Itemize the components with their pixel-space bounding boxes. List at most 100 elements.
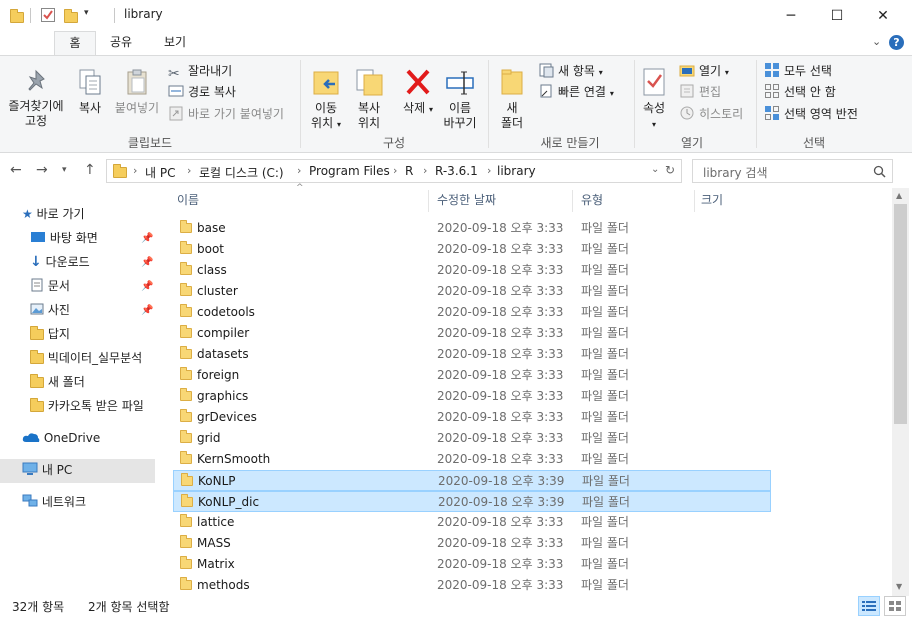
column-header-size[interactable]: 크기 <box>701 188 723 212</box>
tab-share[interactable]: 공유 <box>100 31 142 55</box>
history-button[interactable]: 히스토리 <box>679 105 743 123</box>
file-row[interactable]: KoNLP_dic 2020-09-18 오후 3:39 파일 폴더 <box>173 491 771 512</box>
tab-home[interactable]: 홈 <box>54 31 96 55</box>
nav-folder-answers[interactable]: 답지 <box>30 323 70 347</box>
paste-button[interactable]: 붙여넣기 <box>110 68 164 116</box>
breadcrumb-r-version[interactable]: R-3.6.1 <box>435 164 478 178</box>
address-dropdown-icon[interactable]: ⌄ <box>651 164 659 175</box>
delete-button[interactable]: 삭제 ▾ <box>398 66 438 117</box>
select-all-button[interactable]: 모두 선택 <box>764 62 832 80</box>
column-header-name[interactable]: 이름 <box>177 188 199 212</box>
forward-arrow-icon[interactable]: → <box>36 162 48 178</box>
column-divider[interactable] <box>428 190 429 212</box>
rename-button[interactable]: 이름 바꾸기 <box>440 66 480 131</box>
column-header-modified[interactable]: 수정한 날짜 <box>437 188 496 212</box>
file-row[interactable]: foreign 2020-09-18 오후 3:33 파일 폴더 <box>173 365 771 386</box>
pin-quick-access-button[interactable]: 즐겨찾기에 고정 <box>2 68 70 129</box>
large-icons-view-button[interactable] <box>884 596 906 616</box>
tab-view[interactable]: 보기 <box>154 31 196 55</box>
scroll-down-icon[interactable]: ▼ <box>896 582 902 591</box>
file-row[interactable]: grDevices 2020-09-18 오후 3:33 파일 폴더 <box>173 407 771 428</box>
paste-shortcut-button[interactable]: 바로 가기 붙여넣기 <box>168 105 284 123</box>
file-name: class <box>197 263 227 277</box>
recent-locations-icon[interactable]: ▾ <box>62 165 67 175</box>
properties-quick-icon[interactable] <box>40 7 56 23</box>
scroll-up-icon[interactable]: ▲ <box>896 191 902 200</box>
nav-downloads[interactable]: ↓ 다운로드 <box>30 251 90 275</box>
quick-access-dropdown-icon[interactable]: ▾ <box>84 8 89 18</box>
file-type: 파일 폴더 <box>581 515 629 529</box>
nav-pictures[interactable]: 사진 <box>30 299 70 323</box>
cut-button[interactable]: ✂ 잘라내기 <box>168 62 232 82</box>
ribbon-collapse-icon[interactable]: ⌄ <box>872 35 881 48</box>
select-none-button[interactable]: 선택 안 함 <box>764 83 836 101</box>
new-folder-quick-icon[interactable] <box>64 9 78 23</box>
new-folder-button[interactable]: 새 폴더 <box>494 66 530 131</box>
breadcrumb-program-files[interactable]: Program Files <box>309 164 390 178</box>
column-header-type[interactable]: 유형 <box>581 188 603 212</box>
nav-network[interactable]: 네트워크 <box>22 491 86 515</box>
file-row[interactable]: datasets 2020-09-18 오후 3:33 파일 폴더 <box>173 344 771 365</box>
navigation-pane: ★ 바로 가기 바탕 화면 📌 ↓ 다운로드 📌 문서 📌 사진 📌 답지 빅데… <box>0 196 160 596</box>
file-row[interactable]: KernSmooth 2020-09-18 오후 3:33 파일 폴더 <box>173 449 771 470</box>
search-input[interactable]: library 검색 <box>692 159 893 183</box>
refresh-icon[interactable]: ↻ <box>665 163 675 177</box>
breadcrumb-local-disk[interactable]: 로컬 디스크 (C:) <box>199 164 284 181</box>
move-to-button[interactable]: 이동 위치 ▾ <box>304 66 348 132</box>
copy-button[interactable]: 복사 <box>72 68 108 116</box>
file-row[interactable]: boot 2020-09-18 오후 3:33 파일 폴더 <box>173 239 771 260</box>
file-name: methods <box>197 578 250 592</box>
file-name: cluster <box>197 284 238 298</box>
file-row[interactable]: MASS 2020-09-18 오후 3:33 파일 폴더 <box>173 533 771 554</box>
back-arrow-icon[interactable]: ← <box>10 162 22 178</box>
copy-path-label: 경로 복사 <box>188 85 236 99</box>
column-divider[interactable] <box>572 190 573 212</box>
pin-icon[interactable]: 📌 <box>141 257 153 268</box>
copy-to-button[interactable]: 복사 위치 <box>348 66 390 131</box>
file-row[interactable]: graphics 2020-09-18 오후 3:33 파일 폴더 <box>173 386 771 407</box>
nav-folder-new[interactable]: 새 폴더 <box>30 371 85 395</box>
maximize-button[interactable]: ☐ <box>814 0 860 31</box>
invert-selection-label: 선택 영역 반전 <box>784 107 858 121</box>
invert-selection-button[interactable]: 선택 영역 반전 <box>764 105 858 123</box>
nav-documents[interactable]: 문서 <box>30 275 70 299</box>
close-button[interactable]: ✕ <box>860 0 906 31</box>
column-divider[interactable] <box>694 190 695 212</box>
open-button[interactable]: 열기 ▾ <box>679 62 729 80</box>
help-icon[interactable]: ? <box>889 35 904 50</box>
nav-quick-access[interactable]: ★ 바로 가기 <box>22 203 85 227</box>
up-arrow-icon[interactable]: ↑ <box>84 162 96 178</box>
properties-button[interactable]: 속성 ▾ <box>636 66 672 132</box>
breadcrumb-library[interactable]: library <box>497 164 536 178</box>
file-row[interactable]: grid 2020-09-18 오후 3:33 파일 폴더 <box>173 428 771 449</box>
vertical-scrollbar[interactable]: ▲ ▼ <box>892 188 909 596</box>
nav-this-pc[interactable]: 내 PC <box>0 459 155 483</box>
pin-icon[interactable]: 📌 <box>141 281 153 292</box>
address-bar[interactable]: › 내 PC › 로컬 디스크 (C:) › Program Files › R… <box>106 159 682 183</box>
pin-icon[interactable]: 📌 <box>141 233 153 244</box>
breadcrumb-r[interactable]: R <box>405 164 413 178</box>
folder-icon <box>180 262 192 275</box>
details-view-button[interactable] <box>858 596 880 616</box>
file-row[interactable]: lattice 2020-09-18 오후 3:33 파일 폴더 <box>173 512 771 533</box>
file-row[interactable]: base 2020-09-18 오후 3:33 파일 폴더 <box>173 218 771 239</box>
file-row[interactable]: compiler 2020-09-18 오후 3:33 파일 폴더 <box>173 323 771 344</box>
nav-folder-kakaotalk[interactable]: 카카오톡 받은 파일 <box>30 395 158 419</box>
nav-folder-bigdata[interactable]: 빅데이터_실무분석 <box>30 347 142 371</box>
file-row[interactable]: cluster 2020-09-18 오후 3:33 파일 폴더 <box>173 281 771 302</box>
file-row[interactable]: codetools 2020-09-18 오후 3:33 파일 폴더 <box>173 302 771 323</box>
breadcrumb-this-pc[interactable]: 내 PC <box>145 164 175 181</box>
nav-desktop[interactable]: 바탕 화면 <box>30 227 98 251</box>
file-row[interactable]: Matrix 2020-09-18 오후 3:33 파일 폴더 <box>173 554 771 575</box>
minimize-button[interactable]: ─ <box>768 0 814 31</box>
pin-icon[interactable]: 📌 <box>141 305 153 316</box>
file-row[interactable]: KoNLP 2020-09-18 오후 3:39 파일 폴더 <box>173 470 771 491</box>
nav-onedrive[interactable]: OneDrive <box>22 427 100 451</box>
new-item-button[interactable]: 새 항목 ▾ <box>538 62 603 80</box>
scrollbar-thumb[interactable] <box>894 204 907 424</box>
copy-path-button[interactable]: 경로 복사 <box>168 83 236 101</box>
file-row[interactable]: methods 2020-09-18 오후 3:33 파일 폴더 <box>173 575 771 596</box>
easy-access-button[interactable]: 빠른 연결 ▾ <box>538 83 614 101</box>
edit-button[interactable]: 편집 <box>679 83 721 101</box>
file-row[interactable]: class 2020-09-18 오후 3:33 파일 폴더 <box>173 260 771 281</box>
